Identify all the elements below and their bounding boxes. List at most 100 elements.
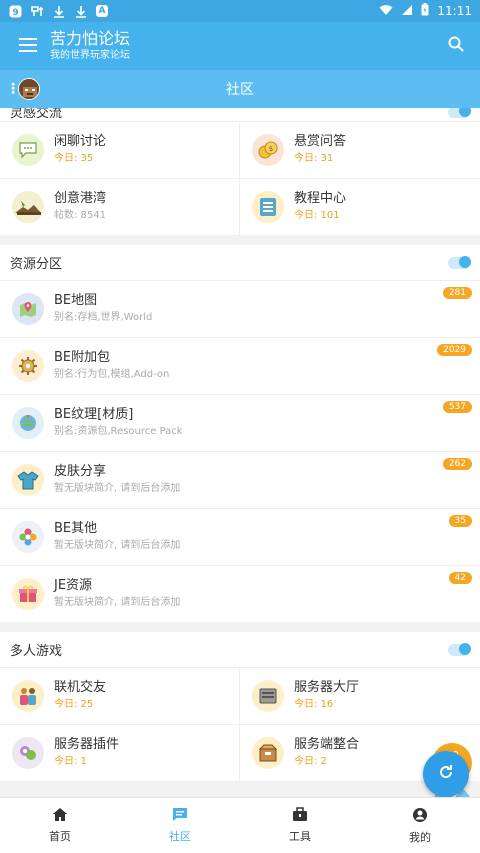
forum-row-be-other[interactable]: BE其他 暂无版块简介, 请到后台添加 35 xyxy=(0,509,480,566)
app-subtitle: 我的世界玩家论坛 xyxy=(50,50,130,61)
forum-desc: 暂无版块简介, 请到后台添加 xyxy=(54,540,181,551)
section-inspiration: 灵感交流 闲聊讨论 今日: 35 $ 悬赏问答 今日: 31 创意港湾 帖数: … xyxy=(0,108,480,236)
svg-text:9: 9 xyxy=(12,8,18,18)
flower-icon xyxy=(12,521,44,553)
nav-mine[interactable]: 我的 xyxy=(360,798,480,853)
refresh-icon xyxy=(437,763,455,785)
forum-count: 帖数: 8541 xyxy=(54,210,106,221)
forum-name: 皮肤分享 xyxy=(54,464,107,479)
forum-name: BE附加包 xyxy=(54,350,111,365)
hamburger-icon xyxy=(19,37,37,56)
forum-desc: 别名:资源包,Resource Pack xyxy=(54,426,183,437)
section-title: 资源分区 xyxy=(0,245,480,281)
page-title: 社区 xyxy=(226,82,254,98)
notification-box-icon: A xyxy=(96,5,108,17)
nav-tools[interactable]: 工具 xyxy=(240,798,360,853)
forum-row-skins[interactable]: 皮肤分享 暂无版块简介, 请到后台添加 262 xyxy=(0,452,480,509)
app-title: 苦力怕论坛 xyxy=(50,29,131,48)
nav-label: 社区 xyxy=(169,830,191,843)
forum-name: BE其他 xyxy=(54,521,98,536)
forum-name: 创意港湾 xyxy=(54,191,107,206)
forum-name: 服务器大厅 xyxy=(294,680,360,695)
avatar[interactable] xyxy=(18,78,40,100)
forum-count: 今日: 31 xyxy=(294,153,334,164)
forum-row-be-texture[interactable]: BE纹理[材质] 别名:资源包,Resource Pack 537 xyxy=(0,395,480,452)
forum-name: 服务端整合 xyxy=(294,737,360,752)
forum-cell-bounty[interactable]: $ 悬赏问答 今日: 31 xyxy=(240,122,480,179)
forum-name: 闲聊讨论 xyxy=(54,134,107,149)
book-list-icon xyxy=(252,191,284,223)
forum-desc: 别名:行为包,模组,Add-on xyxy=(54,369,170,380)
globe-icon xyxy=(12,407,44,439)
forum-desc: 暂无版块简介, 请到后台添加 xyxy=(54,597,181,608)
forum-count: 今日: 25 xyxy=(54,699,94,710)
collapse-toggle[interactable] xyxy=(448,108,471,118)
forum-desc: 别名:存档,世界,World xyxy=(54,312,153,323)
forum-name: 悬赏问答 xyxy=(294,134,347,149)
section-resources: 资源分区 BE地图 别名:存档,世界,World 281 BE附加包 别名:行为… xyxy=(0,245,480,623)
nav-community[interactable]: 社区 xyxy=(120,798,240,853)
forum-cell-creative[interactable]: 创意港湾 帖数: 8541 xyxy=(0,179,240,236)
forum-cell-server-plugins[interactable]: 服务器插件 今日: 1 xyxy=(0,725,240,782)
search-icon xyxy=(448,36,464,56)
svg-text:$: $ xyxy=(269,145,273,153)
section-title: 灵感交流 xyxy=(0,108,480,122)
forum-name: 教程中心 xyxy=(294,191,347,206)
signal-icon xyxy=(401,4,413,19)
collapse-toggle[interactable] xyxy=(448,255,471,269)
status-bar: 9 A 11:11 xyxy=(0,0,480,22)
section-title: 多人游戏 xyxy=(0,632,480,668)
forum-row-je-resources[interactable]: JE资源 暂无版块简介, 请到后台添加 42 xyxy=(0,566,480,623)
nav-label: 工具 xyxy=(289,830,311,843)
count-badge: 262 xyxy=(442,458,472,470)
forum-cell-tutorial[interactable]: 教程中心 今日: 101 xyxy=(240,179,480,236)
collapse-toggle[interactable] xyxy=(448,642,471,656)
app-bar: 苦力怕论坛 我的世界玩家论坛 xyxy=(0,22,480,70)
forum-name: 联机交友 xyxy=(54,680,107,695)
gear-icon xyxy=(12,350,44,382)
forum-count: 今日: 35 xyxy=(54,153,94,164)
forum-row-be-addon[interactable]: BE附加包 别名:行为包,模组,Add-on 2029 xyxy=(0,338,480,395)
forum-icon xyxy=(172,807,188,825)
nav-home[interactable]: 首页 xyxy=(0,798,120,853)
home-icon xyxy=(52,807,68,825)
refresh-fab[interactable] xyxy=(423,751,469,797)
download-icon xyxy=(52,4,66,18)
forum-cell-server-lobby[interactable]: 服务器大厅 今日: 16 xyxy=(240,668,480,725)
shirt-icon xyxy=(12,464,44,496)
battery-icon xyxy=(421,3,429,19)
gift-icon xyxy=(12,578,44,610)
toolbox-icon xyxy=(292,807,308,825)
package-icon xyxy=(252,737,284,769)
count-badge: 2029 xyxy=(437,344,472,356)
bottom-nav: 首页 社区 工具 我的 xyxy=(0,797,480,853)
forum-name: 服务器插件 xyxy=(54,737,120,752)
forum-list[interactable]: 灵感交流 闲聊讨论 今日: 35 $ 悬赏问答 今日: 31 创意港湾 帖数: … xyxy=(0,108,480,808)
people-icon xyxy=(12,680,44,712)
forum-row-be-map[interactable]: BE地图 别名:存档,世界,World 281 xyxy=(0,281,480,338)
forum-name: JE资源 xyxy=(54,578,93,593)
plugin-icon xyxy=(12,737,44,769)
map-pin-icon xyxy=(12,293,44,325)
app-icon: 9 xyxy=(8,4,22,18)
wifi-icon xyxy=(379,4,393,19)
status-time: 11:11 xyxy=(437,4,472,18)
account-icon xyxy=(412,807,428,826)
forum-count: 今日: 2 xyxy=(294,756,327,767)
count-badge: 42 xyxy=(448,572,472,584)
forum-count: 今日: 16 xyxy=(294,699,334,710)
forum-name: BE纹理[材质] xyxy=(54,407,134,422)
download-icon xyxy=(74,4,88,18)
server-icon xyxy=(252,680,284,712)
forum-cell-friends[interactable]: 联机交友 今日: 25 xyxy=(0,668,240,725)
menu-button[interactable] xyxy=(0,22,56,70)
signal-app-icon xyxy=(30,4,44,18)
search-button[interactable] xyxy=(432,22,480,70)
forum-count: 今日: 1 xyxy=(54,756,87,767)
section-header-bar: ⋮ 社区 xyxy=(0,70,480,108)
more-vert-icon[interactable]: ⋮ xyxy=(6,81,20,97)
forum-name: BE地图 xyxy=(54,293,98,308)
forum-cell-chat[interactable]: 闲聊讨论 今日: 35 xyxy=(0,122,240,179)
nav-label: 首页 xyxy=(49,830,71,843)
section-multiplayer: 多人游戏 联机交友 今日: 25 服务器大厅 今日: 16 服务器插件 今日: … xyxy=(0,632,480,782)
